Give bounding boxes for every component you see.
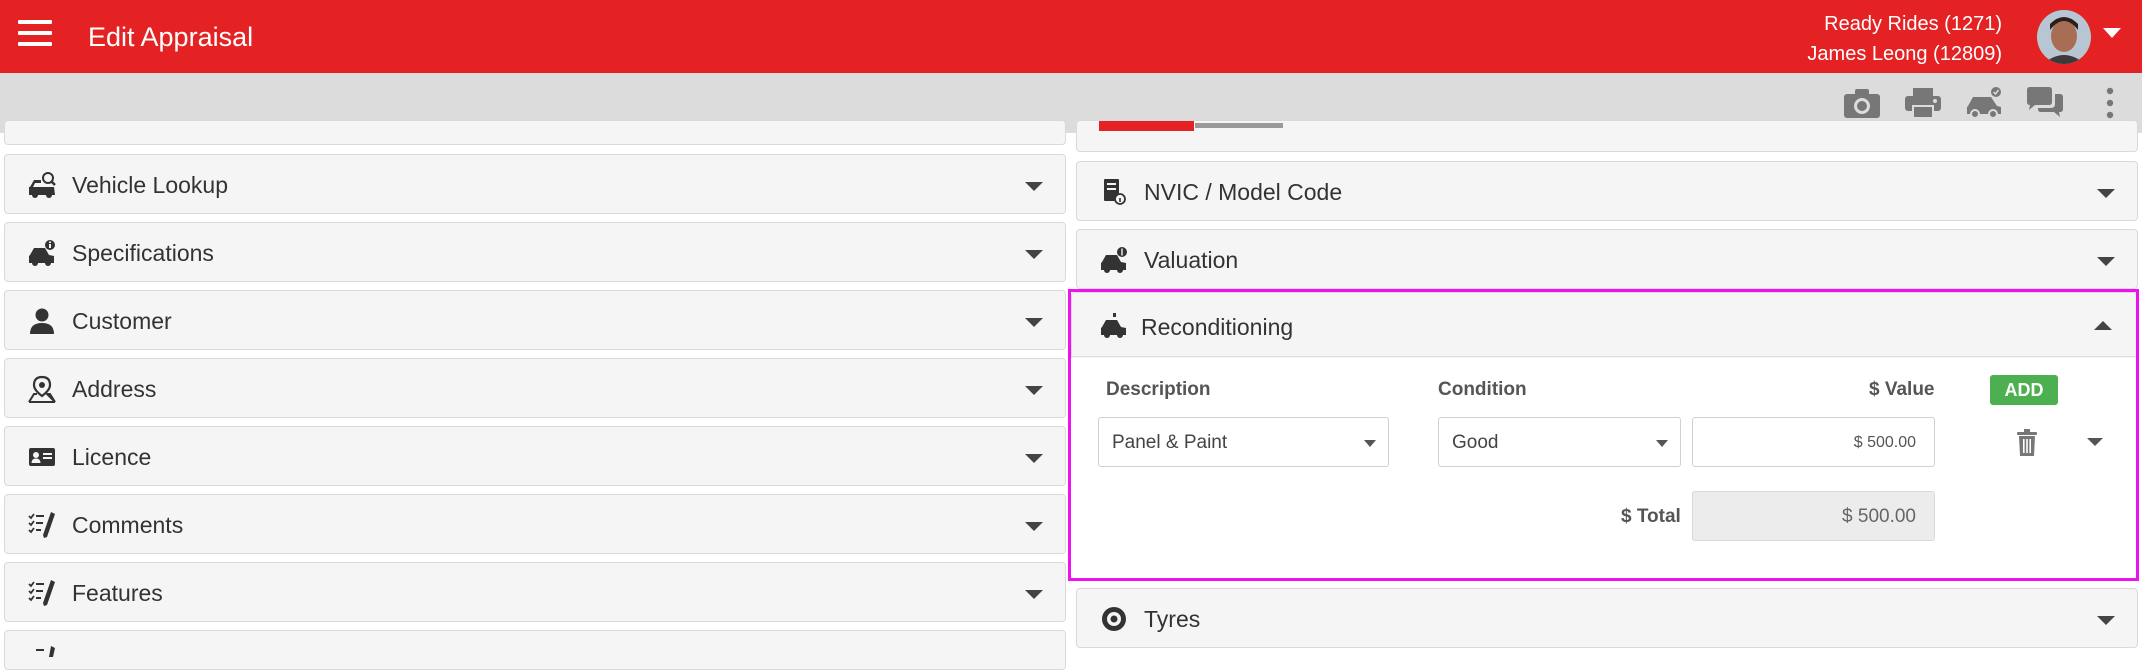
condition-value: Good bbox=[1452, 432, 1499, 453]
reconditioning-body: Description Condition $ Value Panel & Pa… bbox=[1071, 358, 2137, 578]
checklist-pen-icon bbox=[28, 580, 55, 606]
column-header-value: $ Value bbox=[1869, 379, 1935, 400]
trash-icon[interactable] bbox=[2016, 429, 2038, 457]
total-label: $ Total bbox=[1621, 506, 1681, 527]
car-info-icon bbox=[29, 240, 55, 266]
panel-label: Customer bbox=[72, 308, 172, 334]
chat-icon[interactable] bbox=[2025, 86, 2065, 120]
add-button[interactable]: ADD bbox=[1990, 375, 2058, 405]
user-name: James Leong (12809) bbox=[1807, 43, 2002, 65]
chevron-down-icon bbox=[1025, 318, 1043, 327]
checklist-pen-icon bbox=[28, 512, 55, 538]
chevron-down-icon bbox=[1025, 522, 1043, 531]
logo-panel-partial bbox=[1076, 120, 2138, 152]
car-search-icon bbox=[29, 172, 56, 198]
value-amount: $ 500.00 bbox=[1853, 434, 1916, 451]
chevron-down-icon bbox=[1025, 182, 1043, 191]
partner-logo-text bbox=[1195, 123, 1283, 128]
tyre-icon bbox=[1102, 607, 1126, 631]
panel-label: Specifications bbox=[72, 240, 214, 266]
accordion-panel-partial[interactable] bbox=[4, 630, 1066, 670]
app-header: Edit Appraisal Ready Rides (1271) James … bbox=[0, 0, 2142, 73]
total-field: $ 500.00 bbox=[1692, 491, 1935, 541]
panel-comments[interactable]: Comments bbox=[4, 494, 1066, 554]
id-card-icon bbox=[29, 448, 55, 466]
panel-licence[interactable]: Licence bbox=[4, 426, 1066, 486]
partner-logo bbox=[1099, 121, 1194, 131]
user-dropdown-icon[interactable] bbox=[2103, 28, 2121, 38]
chevron-up-icon bbox=[2094, 321, 2112, 330]
avatar[interactable] bbox=[2037, 10, 2091, 64]
panel-label: Vehicle Lookup bbox=[72, 172, 229, 198]
column-header-description: Description bbox=[1106, 379, 1211, 400]
panel-label: Tyres bbox=[1144, 606, 1201, 632]
car-wrench-icon bbox=[1101, 313, 1126, 338]
car-check-icon[interactable] bbox=[1964, 86, 2004, 120]
page-title: Edit Appraisal bbox=[88, 22, 254, 52]
dealer-name: Ready Rides (1271) bbox=[1824, 13, 2002, 35]
print-icon[interactable] bbox=[1903, 86, 1943, 120]
map-pin-icon bbox=[28, 375, 56, 403]
chevron-down-icon bbox=[1025, 454, 1043, 463]
panel-label: Valuation bbox=[1144, 247, 1239, 273]
panel-label: Comments bbox=[72, 512, 184, 538]
document-info-icon bbox=[1104, 179, 1126, 205]
value-input[interactable]: $ 500.00 bbox=[1692, 417, 1935, 467]
panel-label: Address bbox=[72, 376, 157, 402]
chevron-down-icon bbox=[1025, 250, 1043, 259]
panel-tyres[interactable]: Tyres bbox=[1076, 588, 2138, 648]
accordion-panel-partial bbox=[4, 120, 1066, 145]
dealer-info: Ready Rides (1271) James Leong (12809) bbox=[1807, 9, 2002, 69]
panel-valuation[interactable]: Valuation bbox=[1076, 229, 2138, 289]
panel-nvic[interactable]: NVIC / Model Code bbox=[1076, 161, 2138, 221]
condition-select[interactable]: Good bbox=[1438, 417, 1681, 467]
panel-label: Features bbox=[72, 580, 163, 606]
panel-label: Licence bbox=[72, 444, 152, 470]
chevron-down-icon bbox=[1364, 440, 1376, 447]
panel-customer[interactable]: Customer bbox=[4, 290, 1066, 350]
panel-features[interactable]: Features bbox=[4, 562, 1066, 622]
description-value: Panel & Paint bbox=[1112, 432, 1228, 453]
camera-icon[interactable] bbox=[1842, 86, 1882, 120]
total-value: $ 500.00 bbox=[1842, 506, 1916, 527]
panel-specifications[interactable]: Specifications bbox=[4, 222, 1066, 282]
reconditioning-header[interactable]: Reconditioning bbox=[1072, 293, 2136, 357]
column-header-condition: Condition bbox=[1438, 379, 1527, 400]
car-dollar-icon bbox=[1101, 247, 1127, 273]
more-vertical-icon[interactable] bbox=[2092, 86, 2128, 120]
row-expand-icon[interactable] bbox=[2087, 438, 2103, 446]
description-select[interactable]: Panel & Paint bbox=[1098, 417, 1389, 467]
person-icon bbox=[30, 308, 54, 334]
chevron-down-icon bbox=[1025, 590, 1043, 599]
panel-label: NVIC / Model Code bbox=[1144, 179, 1343, 205]
chevron-down-icon bbox=[1025, 386, 1043, 395]
menu-icon[interactable] bbox=[18, 20, 52, 50]
panel-label: Reconditioning bbox=[1141, 314, 1294, 340]
panel-address[interactable]: Address bbox=[4, 358, 1066, 418]
chevron-down-icon bbox=[2097, 257, 2115, 266]
chevron-down-icon bbox=[2097, 616, 2115, 625]
checklist-pen-icon bbox=[36, 646, 55, 657]
panel-vehicle-lookup[interactable]: Vehicle Lookup bbox=[4, 154, 1066, 214]
chevron-down-icon bbox=[1656, 440, 1668, 447]
chevron-down-icon bbox=[2097, 189, 2115, 198]
